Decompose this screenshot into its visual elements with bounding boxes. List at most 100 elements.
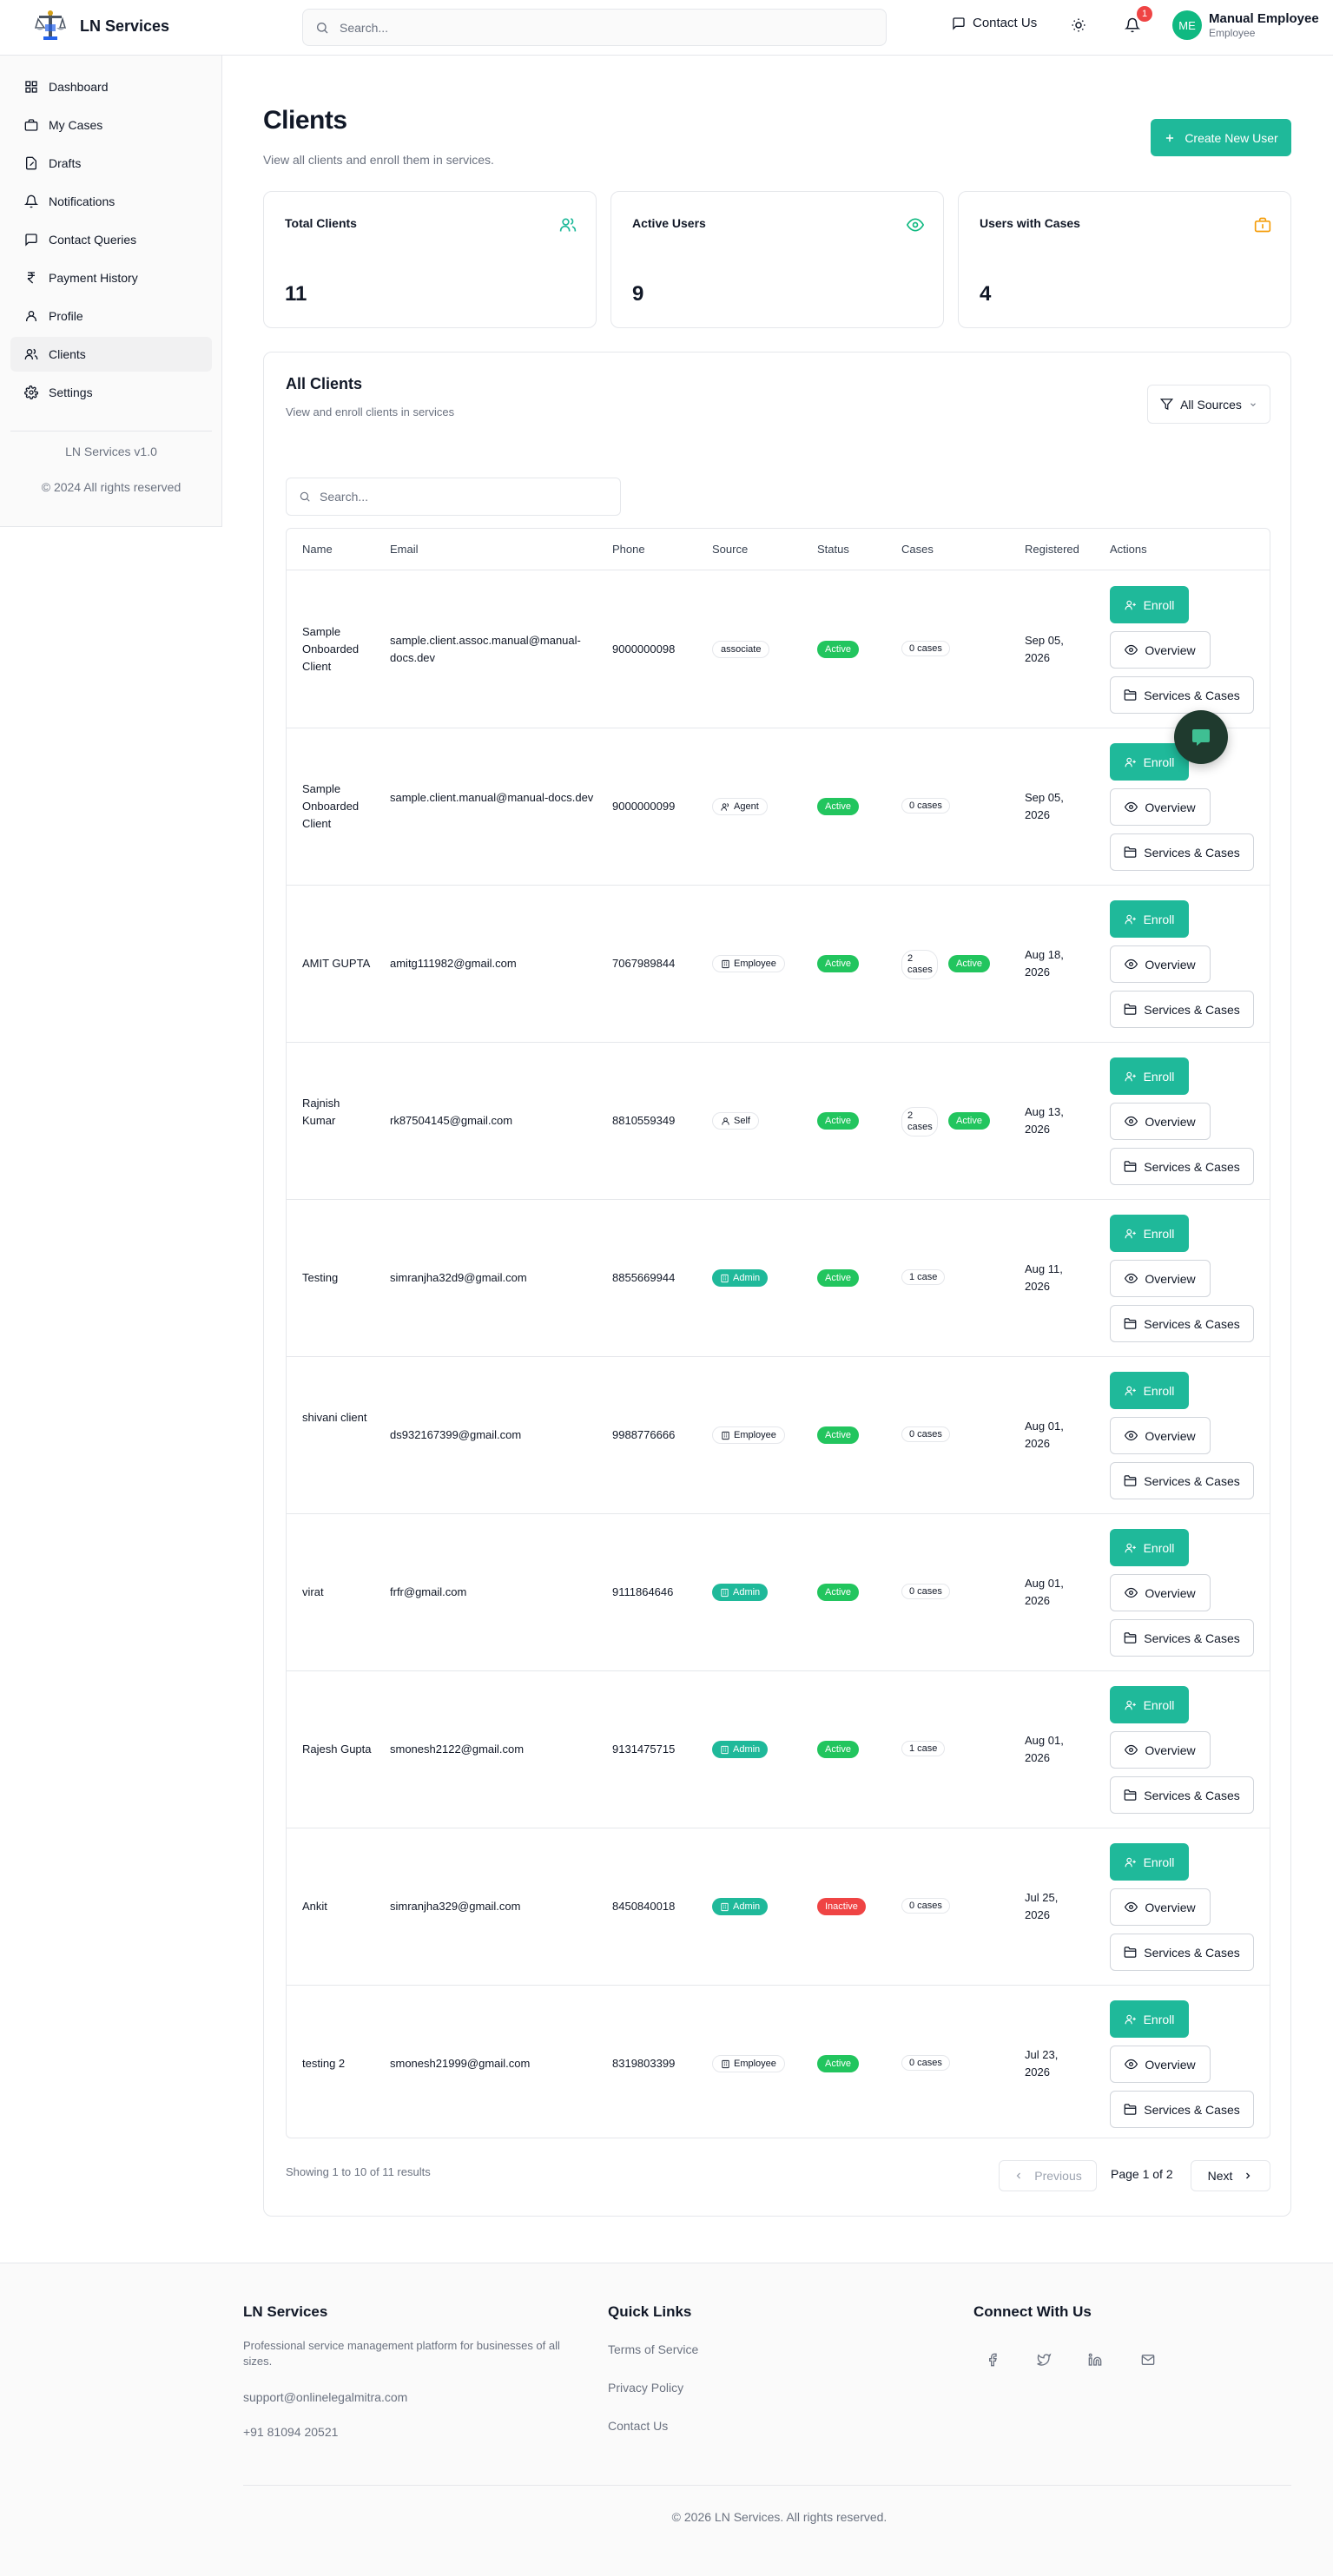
message-icon xyxy=(952,16,966,30)
chevron-left-icon xyxy=(1013,2171,1024,2181)
enroll-label: Enroll xyxy=(1143,1697,1175,1712)
client-name: Rajnish Kumar xyxy=(302,1097,340,1127)
gear-icon xyxy=(24,385,38,399)
services-cases-button[interactable]: Services & Cases xyxy=(1110,1148,1254,1185)
services-cases-button[interactable]: Services & Cases xyxy=(1110,1305,1254,1342)
stat-value: 4 xyxy=(980,282,992,306)
services-cases-button[interactable]: Services & Cases xyxy=(1110,991,1254,1028)
source-filter-select[interactable]: All Sources xyxy=(1147,385,1270,424)
sidebar-item-label: Dashboard xyxy=(49,80,109,94)
next-page-button[interactable]: Next xyxy=(1191,2160,1270,2191)
global-search-input[interactable] xyxy=(340,20,886,35)
sidebar-item-dashboard[interactable]: Dashboard xyxy=(10,69,212,104)
page-subtitle: View all clients and enroll them in serv… xyxy=(263,153,494,167)
enroll-button[interactable]: Enroll xyxy=(1110,1372,1189,1409)
mail-icon[interactable] xyxy=(1140,2353,1156,2367)
sidebar-item-clients[interactable]: Clients xyxy=(10,337,212,372)
enroll-button[interactable]: Enroll xyxy=(1110,1215,1189,1252)
overview-button[interactable]: Overview xyxy=(1110,1417,1211,1454)
services-cases-button[interactable]: Services & Cases xyxy=(1110,1934,1254,1971)
overview-button[interactable]: Overview xyxy=(1110,2046,1211,2083)
services-cases-button[interactable]: Services & Cases xyxy=(1110,2091,1254,2128)
case-status-badge: Active xyxy=(948,1112,990,1130)
terms-link[interactable]: Terms of Service xyxy=(608,2342,698,2356)
contact-link[interactable]: Contact Us xyxy=(608,2419,668,2433)
enroll-button[interactable]: Enroll xyxy=(1110,1843,1189,1881)
user-menu[interactable]: ME Manual Employee Employee xyxy=(1172,10,1319,40)
privacy-link[interactable]: Privacy Policy xyxy=(608,2381,683,2395)
search-icon xyxy=(315,21,329,35)
client-name: Rajesh Gupta xyxy=(302,1743,372,1756)
enroll-button[interactable]: Enroll xyxy=(1110,1529,1189,1566)
table-row: testing 2 smonesh21999@gmail.com 831980339… xyxy=(287,1986,1270,2138)
registered-date: Sep 05, 2026 xyxy=(1025,634,1064,664)
services-cases-label: Services & Cases xyxy=(1144,1316,1240,1331)
services-cases-label: Services & Cases xyxy=(1144,688,1240,702)
global-search[interactable] xyxy=(302,9,887,46)
chat-fab-button[interactable] xyxy=(1174,710,1228,764)
overview-button[interactable]: Overview xyxy=(1110,788,1211,826)
clients-search[interactable] xyxy=(286,478,621,516)
sidebar-item-notifications[interactable]: Notifications xyxy=(10,184,212,219)
facebook-icon[interactable] xyxy=(986,2353,1000,2367)
overview-label: Overview xyxy=(1145,1743,1196,1757)
services-cases-button[interactable]: Services & Cases xyxy=(1110,1619,1254,1657)
enroll-button[interactable]: Enroll xyxy=(1110,1057,1189,1095)
create-new-user-button[interactable]: Create New User xyxy=(1151,119,1291,156)
overview-label: Overview xyxy=(1145,957,1196,972)
services-cases-button[interactable]: Services & Cases xyxy=(1110,833,1254,871)
user-plus-icon xyxy=(1125,1542,1137,1554)
services-cases-button[interactable]: Services & Cases xyxy=(1110,676,1254,714)
filter-icon xyxy=(1160,398,1174,411)
overview-button[interactable]: Overview xyxy=(1110,1731,1211,1769)
sidebar-item-payment-history[interactable]: Payment History xyxy=(10,260,212,295)
overview-button[interactable]: Overview xyxy=(1110,1260,1211,1297)
cases-count-badge: 0 cases xyxy=(901,1426,950,1442)
users-icon xyxy=(24,347,38,361)
footer-email-link[interactable]: support@onlinelegalmitra.com xyxy=(243,2390,407,2404)
brand[interactable]: LN Services xyxy=(35,9,169,43)
services-cases-button[interactable]: Services & Cases xyxy=(1110,1462,1254,1499)
connect-title: Connect With Us xyxy=(973,2303,1092,2320)
brand-name: LN Services xyxy=(80,16,170,35)
sidebar-item-label: Payment History xyxy=(49,271,138,285)
overview-button[interactable]: Overview xyxy=(1110,1888,1211,1926)
sidebar-item-drafts[interactable]: Drafts xyxy=(10,146,212,181)
search-icon xyxy=(299,491,311,503)
column-header: Actions xyxy=(1110,543,1147,556)
twitter-icon[interactable] xyxy=(1036,2353,1052,2367)
previous-page-button[interactable]: Previous xyxy=(999,2160,1097,2191)
source-badge: Admin xyxy=(712,1269,769,1287)
bell-icon xyxy=(1125,17,1140,33)
theme-toggle[interactable] xyxy=(1071,17,1086,33)
eye-icon xyxy=(907,216,924,234)
enroll-button[interactable]: Enroll xyxy=(1110,1686,1189,1723)
cases-count-badge: 0 cases xyxy=(901,798,950,814)
services-cases-button[interactable]: Services & Cases xyxy=(1110,1776,1254,1814)
eye-icon xyxy=(1125,800,1138,814)
linkedin-icon[interactable] xyxy=(1088,2353,1102,2367)
enroll-button[interactable]: Enroll xyxy=(1110,900,1189,938)
overview-button[interactable]: Overview xyxy=(1110,631,1211,669)
sidebar-item-profile[interactable]: Profile xyxy=(10,299,212,333)
notifications-button[interactable] xyxy=(1125,17,1140,33)
sidebar-item-my-cases[interactable]: My Cases xyxy=(10,108,212,142)
footer-phone-link[interactable]: +91 81094 20521 xyxy=(243,2425,338,2439)
table-row: Ankit simranjha329@gmail.com 8450840018 Adm… xyxy=(287,1828,1270,1986)
bell-icon xyxy=(24,194,38,208)
overview-button[interactable]: Overview xyxy=(1110,1574,1211,1611)
stat-label: Total Clients xyxy=(285,216,357,230)
sidebar-item-settings[interactable]: Settings xyxy=(10,375,212,410)
enroll-button[interactable]: Enroll xyxy=(1110,586,1189,623)
enroll-label: Enroll xyxy=(1143,1855,1175,1869)
clients-search-input[interactable] xyxy=(320,490,620,504)
contact-us-label: Contact Us xyxy=(973,16,1038,30)
overview-button[interactable]: Overview xyxy=(1110,945,1211,983)
sidebar-item-contact-queries[interactable]: Contact Queries xyxy=(10,222,212,257)
overview-button[interactable]: Overview xyxy=(1110,1103,1211,1140)
contact-us-button[interactable]: Contact Us xyxy=(952,16,1037,30)
clients-table: Name Email Phone Source Status Cases Reg… xyxy=(286,528,1270,2138)
user-name: Manual Employee xyxy=(1209,11,1319,26)
quick-links-title: Quick Links xyxy=(608,2303,692,2320)
enroll-button[interactable]: Enroll xyxy=(1110,2000,1189,2038)
